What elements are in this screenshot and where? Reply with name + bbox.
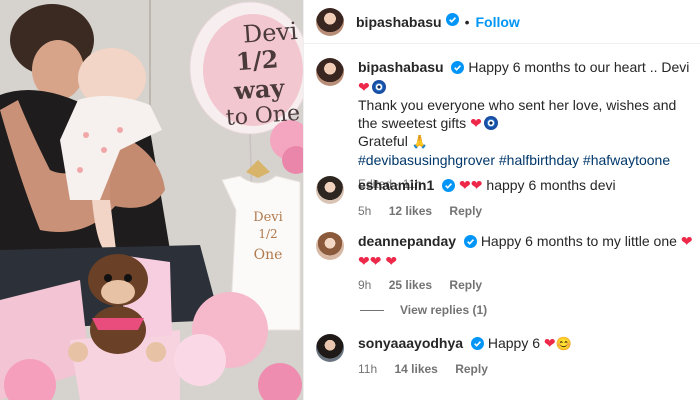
smiling-face-icon: 😊 (555, 336, 572, 351)
post-header: bipashabasu • Follow (304, 0, 700, 44)
author-username[interactable]: bipashabasu (356, 14, 442, 30)
nazar-amulet-icon (371, 80, 386, 94)
red-heart-icon: ❤ (543, 335, 556, 351)
caption-line-1: Happy 6 months to our heart .. Devi (468, 59, 690, 75)
comment-text: Happy 6 (487, 335, 540, 351)
commenter-avatar[interactable] (316, 176, 344, 204)
caption-block: bipashabasu Happy 6 months to our heart … (316, 58, 696, 193)
comment-meta: 5h 12 likes Reply (358, 202, 696, 220)
caption-username[interactable]: bipashabasu (358, 59, 444, 75)
post-side-panel: bipashabasu • Follow bipashabasu Happy 6… (303, 0, 700, 400)
red-heart-icon: ❤❤ (459, 177, 483, 193)
comment-text: happy 6 months devi (486, 177, 616, 193)
verified-badge-icon (451, 60, 465, 78)
follow-button[interactable]: Follow (476, 14, 520, 30)
view-replies-button[interactable]: View replies (1) (360, 303, 487, 317)
balloon-line-2: 1/2 way (233, 44, 286, 106)
onesie-text: Devi 1/2 One (240, 210, 296, 263)
comment-likes[interactable]: 12 likes (389, 204, 432, 218)
verified-badge-icon (442, 178, 456, 196)
comment-text: Happy 6 months to my little one (480, 233, 677, 249)
onesie-line-1: Devi (253, 210, 283, 225)
folded-hands-icon: 🙏 (411, 134, 428, 149)
commenter-avatar[interactable] (316, 232, 344, 260)
verified-badge-icon (463, 234, 477, 252)
comment-username[interactable]: deannepanday (358, 233, 456, 249)
comment-reply-button[interactable]: Reply (455, 362, 488, 376)
onesie-line-3: One (253, 247, 283, 263)
balloon-text: Devi 1/2 way to One (196, 14, 303, 131)
caption-line-2: Thank you everyone who sent her love, wi… (358, 97, 677, 131)
comment-reply-button[interactable]: Reply (449, 278, 482, 292)
comment-reply-button[interactable]: Reply (449, 204, 482, 218)
comment-item: eshaamiin1 ❤❤ happy 6 months devi 5h 12 … (316, 176, 696, 220)
caption-hashtags[interactable]: #devibasusinghgrover #halfbirthday #hafw… (358, 151, 696, 169)
replies-divider-line (360, 309, 384, 311)
caption-line-3-wrap: Grateful 🙏 (358, 132, 696, 151)
red-heart-icon: ❤ (470, 115, 482, 131)
comment-meta: 9h 25 likes Reply (358, 276, 696, 294)
comment-username[interactable]: eshaamiin1 (358, 177, 434, 193)
post-photo: Devi 1/2 way to One Devi 1/2 One (0, 0, 303, 400)
verified-badge-icon (445, 12, 459, 31)
comment-item: sonyaaayodhya Happy 6 ❤😊 11h 14 likes Re… (316, 334, 696, 378)
comment-likes[interactable]: 14 likes (394, 362, 437, 376)
comment-time: 9h (358, 278, 372, 292)
red-heart-icon: ❤ (358, 79, 370, 95)
onesie-line-2: 1/2 (258, 227, 278, 241)
author-avatar[interactable] (316, 7, 344, 36)
comment-likes[interactable]: 25 likes (389, 278, 432, 292)
header-separator: • (464, 13, 470, 30)
comment-time: 11h (358, 362, 378, 376)
view-replies-label: View replies (1) (400, 303, 488, 317)
commenter-avatar[interactable] (316, 334, 344, 362)
caption-line-2-wrap: Thank you everyone who sent her love, wi… (358, 96, 696, 132)
comment-item: deannepanday Happy 6 months to my little… (316, 232, 696, 294)
comment-username[interactable]: sonyaaayodhya (358, 335, 463, 351)
caption-line-3: Grateful (358, 133, 408, 149)
nazar-amulet-icon (483, 116, 498, 130)
comment-time: 5h (358, 204, 372, 218)
verified-badge-icon (470, 336, 484, 354)
caption-author-avatar[interactable] (316, 58, 344, 86)
comment-meta: 11h 14 likes Reply (358, 360, 696, 378)
